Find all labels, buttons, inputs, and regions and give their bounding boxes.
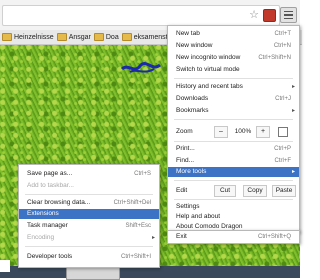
more-tools-submenu: Save page as... Ctrl+S Add to taskbar...…	[18, 164, 160, 268]
zoom-level: 100%	[234, 128, 252, 135]
toolbar-icons: ☆	[249, 7, 297, 23]
submenu-arrow-icon: ▸	[151, 235, 155, 241]
browser-main-menu: New tab Ctrl+T New window Ctrl+N New inc…	[167, 25, 300, 233]
submenu-save-page[interactable]: Save page as... Ctrl+S	[19, 169, 159, 179]
menu-bookmarks[interactable]: Bookmarks ▸	[168, 106, 299, 116]
zoom-in-button[interactable]: +	[256, 126, 270, 138]
zoom-out-button[interactable]: –	[214, 126, 228, 138]
bookmark-star-icon[interactable]: ☆	[249, 9, 259, 21]
address-bar[interactable]	[2, 5, 280, 26]
menu-downloads[interactable]: Downloads Ctrl+J	[168, 94, 299, 104]
menu-separator	[174, 78, 293, 79]
bookmark-label: Doa	[105, 33, 119, 41]
menu-separator	[25, 194, 153, 195]
bookmark-ansgar[interactable]: Ansgar	[56, 33, 91, 41]
menu-zoom-row: Zoom – 100% +	[168, 126, 299, 138]
browser-menu-button[interactable]	[280, 7, 297, 23]
menu-exit[interactable]: Exit Ctrl+Shift+Q	[168, 232, 299, 242]
menu-new-incognito[interactable]: New incognito window Ctrl+Shift+N	[168, 53, 299, 63]
bookmark-eksamenstid[interactable]: eksamenstid	[121, 33, 173, 41]
bookmark-label: Heinzelnisse	[14, 33, 54, 41]
folder-icon	[2, 33, 12, 41]
menu-edit-row: Edit Cut Copy Paste	[168, 185, 299, 197]
submenu-encoding: Encoding ▸	[27, 234, 155, 241]
browser-main-menu-exit: Exit Ctrl+Shift+Q	[167, 230, 300, 244]
menu-find[interactable]: Find... Ctrl+F	[168, 156, 299, 166]
submenu-add-taskbar: Add to taskbar...	[27, 182, 74, 189]
menu-separator	[174, 199, 293, 200]
folder-icon	[56, 33, 67, 41]
submenu-arrow-icon: ▸	[291, 108, 295, 114]
fullscreen-icon[interactable]	[278, 127, 288, 137]
submenu-arrow-icon: ▸	[291, 84, 295, 90]
bookmark-doa[interactable]: Doa	[93, 33, 119, 41]
copy-button[interactable]: Copy	[243, 185, 267, 197]
menu-separator	[174, 180, 293, 181]
menu-new-window[interactable]: New window Ctrl+N	[168, 41, 299, 51]
submenu-arrow-icon: ▸	[291, 169, 295, 175]
bookmark-heinzelnisse[interactable]: Heinzelnisse	[2, 33, 54, 41]
menu-history[interactable]: History and recent tabs ▸	[168, 82, 299, 92]
cut-button[interactable]: Cut	[214, 185, 236, 197]
folder-icon	[93, 33, 104, 41]
menu-separator	[25, 246, 153, 247]
menu-new-tab[interactable]: New tab Ctrl+T	[168, 29, 299, 39]
extension-icon[interactable]	[263, 8, 276, 22]
submenu-clear-data[interactable]: Clear browsing data... Ctrl+Shift+Del	[19, 198, 159, 208]
page-corner	[0, 260, 10, 272]
menu-print[interactable]: Print... Ctrl+P	[168, 144, 299, 154]
bookmark-label: Ansgar	[68, 33, 91, 41]
folder-icon	[121, 33, 132, 41]
submenu-dev-tools[interactable]: Developer tools Ctrl+Shift+I	[19, 252, 159, 262]
menu-help[interactable]: Help and about	[168, 212, 299, 222]
menu-separator	[174, 119, 293, 120]
submenu-extensions[interactable]: Extensions	[19, 209, 159, 219]
paste-button[interactable]: Paste	[272, 185, 296, 197]
menu-settings[interactable]: Settings	[168, 202, 299, 212]
menu-separator	[174, 141, 293, 142]
menu-switch-virtual[interactable]: Switch to virtual mode	[168, 65, 299, 75]
submenu-task-manager[interactable]: Task manager Shift+Esc	[19, 221, 159, 231]
menu-more-tools[interactable]: More tools ▸	[168, 167, 299, 177]
scribble-mark	[120, 61, 161, 73]
